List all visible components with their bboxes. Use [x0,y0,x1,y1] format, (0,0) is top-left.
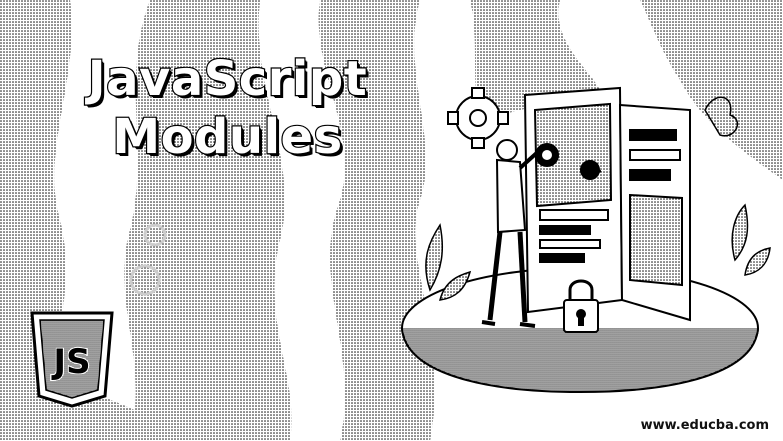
title-line-1: JavaScript [87,50,368,108]
small-gear-icon [535,143,559,167]
js-badge-text: JS [51,342,90,382]
page-title: JavaScript Modules [55,50,400,166]
title-line-2: Modules [111,108,343,166]
svg-text:</>: </> [584,167,601,177]
code-window: </> [523,86,691,322]
website-url: www.educba.com [640,418,769,433]
